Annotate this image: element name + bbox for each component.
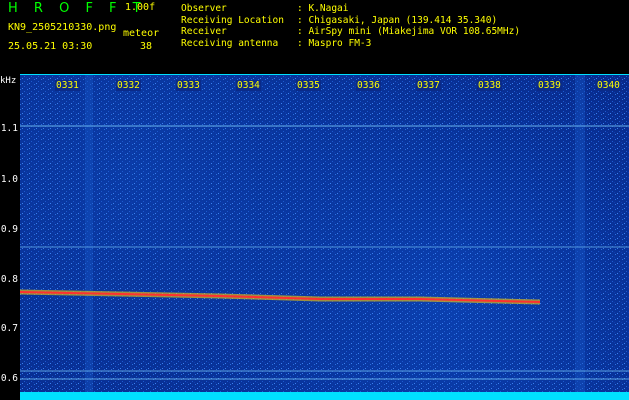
- y-tick: 1.1: [0, 123, 18, 134]
- filename-label: KN9_2505210330.png: [8, 22, 117, 33]
- x-tick: 0339: [537, 80, 562, 91]
- vertical-band: [575, 74, 585, 400]
- meta-label: Receiver: [181, 26, 227, 38]
- meta-value: : AirSpy mini (Miakejima VOR 108.65MHz): [297, 26, 521, 38]
- meta-row-antenna: Receiving antenna : Maspro FM-3: [181, 38, 520, 50]
- meta-row-location: Receiving Location : Chigasaki, Japan (1…: [181, 15, 520, 27]
- spectrogram-plot: [20, 74, 629, 400]
- datetime-label: 25.05.21 03:30: [8, 41, 93, 52]
- y-tick: 0.6: [0, 373, 18, 384]
- meta-label: Receiving Location: [181, 14, 284, 26]
- x-tick: 0340: [596, 80, 621, 91]
- x-tick: 0331: [55, 80, 80, 91]
- meta-value: : Maspro FM-3: [297, 37, 372, 49]
- observation-metadata: Observer : K.Nagai Receiving Location : …: [181, 3, 520, 49]
- y-tick: 1.0: [0, 174, 18, 185]
- noise-texture: [20, 74, 629, 400]
- vertical-band: [85, 74, 93, 400]
- x-tick: 0337: [416, 80, 441, 91]
- y-axis-unit: kHz: [0, 76, 17, 86]
- x-tick: 0335: [296, 80, 321, 91]
- y-tick: 0.7: [0, 323, 18, 334]
- x-tick: 0333: [176, 80, 201, 91]
- meta-value: : K.Nagai: [297, 3, 349, 14]
- y-tick: 0.9: [0, 224, 18, 235]
- x-tick: 0336: [356, 80, 381, 91]
- x-tick: 0338: [477, 80, 502, 91]
- spectrogram-overlay: [20, 74, 629, 400]
- meta-label: Receiving antenna: [181, 37, 279, 49]
- meta-label: Observer: [181, 3, 227, 14]
- y-tick: 0.8: [0, 274, 18, 285]
- meteor-count: 38: [140, 41, 153, 52]
- version-label: 1.00f: [125, 2, 156, 13]
- x-tick: 0332: [116, 80, 141, 91]
- baseline-band: [20, 392, 629, 400]
- x-tick: 0334: [236, 80, 261, 91]
- meta-row-receiver: Receiver : AirSpy mini (Miakejima VOR 10…: [181, 26, 520, 38]
- meteor-label: meteor: [123, 28, 160, 39]
- meta-row-observer: Observer : K.Nagai: [181, 3, 520, 15]
- meta-value: : Chigasaki, Japan (139.414 35.340): [297, 14, 498, 26]
